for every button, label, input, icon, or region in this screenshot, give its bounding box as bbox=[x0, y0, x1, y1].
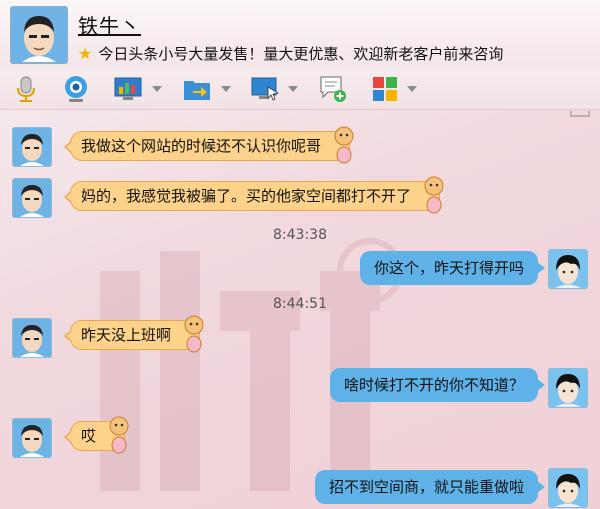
message-bubble-incoming[interactable]: 昨天没上班啊 bbox=[63, 315, 204, 353]
contact-avatar-small[interactable] bbox=[12, 418, 52, 458]
contact-avatar[interactable] bbox=[10, 6, 68, 64]
apps-dropdown[interactable] bbox=[405, 80, 419, 98]
message-bubble-outgoing[interactable]: 啥时候打不开的你不知道？ bbox=[329, 368, 546, 402]
screen-share-icon[interactable] bbox=[113, 74, 143, 104]
contact-avatar-small[interactable] bbox=[12, 127, 52, 167]
remote-desktop-dropdown[interactable] bbox=[286, 80, 300, 98]
file-transfer-dropdown[interactable] bbox=[219, 80, 233, 98]
contact-signature: 今日头条小号大量发售！量大更优惠、欢迎新老客户前来咨询 bbox=[98, 44, 504, 63]
signature-row: ★ 今日头条小号大量发售！量大更优惠、欢迎新老客户前来咨询 bbox=[78, 43, 503, 63]
message-bubble-incoming[interactable]: 哎 bbox=[63, 416, 129, 454]
contact-avatar-small[interactable] bbox=[12, 318, 52, 358]
message-bubble-incoming[interactable]: 妈的，我感觉我被骗了。买的他家空间都打不开了 bbox=[63, 176, 444, 214]
message-text: 你这个，昨天打得开吗 bbox=[373, 259, 524, 277]
chat-header: 铁牛丶 ★ 今日头条小号大量发售！量大更优惠、欢迎新老客户前来咨询 bbox=[0, 0, 600, 68]
message-bubble-outgoing[interactable]: 招不到空间商，就只能重做啦 bbox=[314, 470, 546, 504]
chat-history[interactable]: 我做这个网站的时候还不认识你呢哥 妈的，我感觉我被骗了。买的他家空间都打不开了 … bbox=[0, 111, 600, 509]
timestamp: 8:43:38 bbox=[273, 227, 327, 243]
message-text: 昨天没上班啊 bbox=[81, 326, 172, 344]
file-transfer-icon[interactable] bbox=[182, 74, 212, 104]
message-text: 妈的，我感觉我被骗了。买的他家空间都打不开了 bbox=[81, 187, 412, 205]
message-text: 招不到空间商，就只能重做啦 bbox=[328, 478, 524, 496]
timestamp: 8:44:51 bbox=[273, 296, 327, 312]
apps-grid-icon[interactable] bbox=[370, 74, 400, 104]
contact-name[interactable]: 铁牛丶 bbox=[78, 10, 141, 39]
message-text: 啥时候打不开的你不知道？ bbox=[343, 376, 524, 394]
scroll-indicator[interactable] bbox=[570, 111, 590, 117]
bubble-mascot-icon bbox=[334, 126, 354, 164]
star-icon: ★ bbox=[78, 43, 93, 63]
microphone-icon[interactable] bbox=[11, 74, 41, 104]
self-avatar[interactable] bbox=[548, 368, 588, 408]
screen-share-dropdown[interactable] bbox=[150, 80, 164, 98]
self-avatar[interactable] bbox=[548, 249, 588, 289]
bubble-mascot-icon bbox=[424, 176, 444, 214]
message-text: 哎 bbox=[81, 427, 97, 445]
webcam-icon[interactable] bbox=[61, 74, 91, 104]
message-bubble-incoming[interactable]: 我做这个网站的时候还不认识你呢哥 bbox=[63, 126, 354, 164]
message-text: 我做这个网站的时候还不认识你呢哥 bbox=[81, 137, 322, 155]
self-avatar[interactable] bbox=[548, 468, 588, 508]
contact-avatar-small[interactable] bbox=[12, 178, 52, 218]
remote-desktop-icon[interactable] bbox=[250, 74, 280, 104]
chat-toolbar bbox=[0, 68, 600, 110]
new-chat-icon[interactable] bbox=[318, 74, 348, 104]
bubble-mascot-icon bbox=[184, 315, 204, 353]
message-bubble-outgoing[interactable]: 你这个，昨天打得开吗 bbox=[359, 251, 546, 285]
bubble-mascot-icon bbox=[109, 416, 129, 454]
